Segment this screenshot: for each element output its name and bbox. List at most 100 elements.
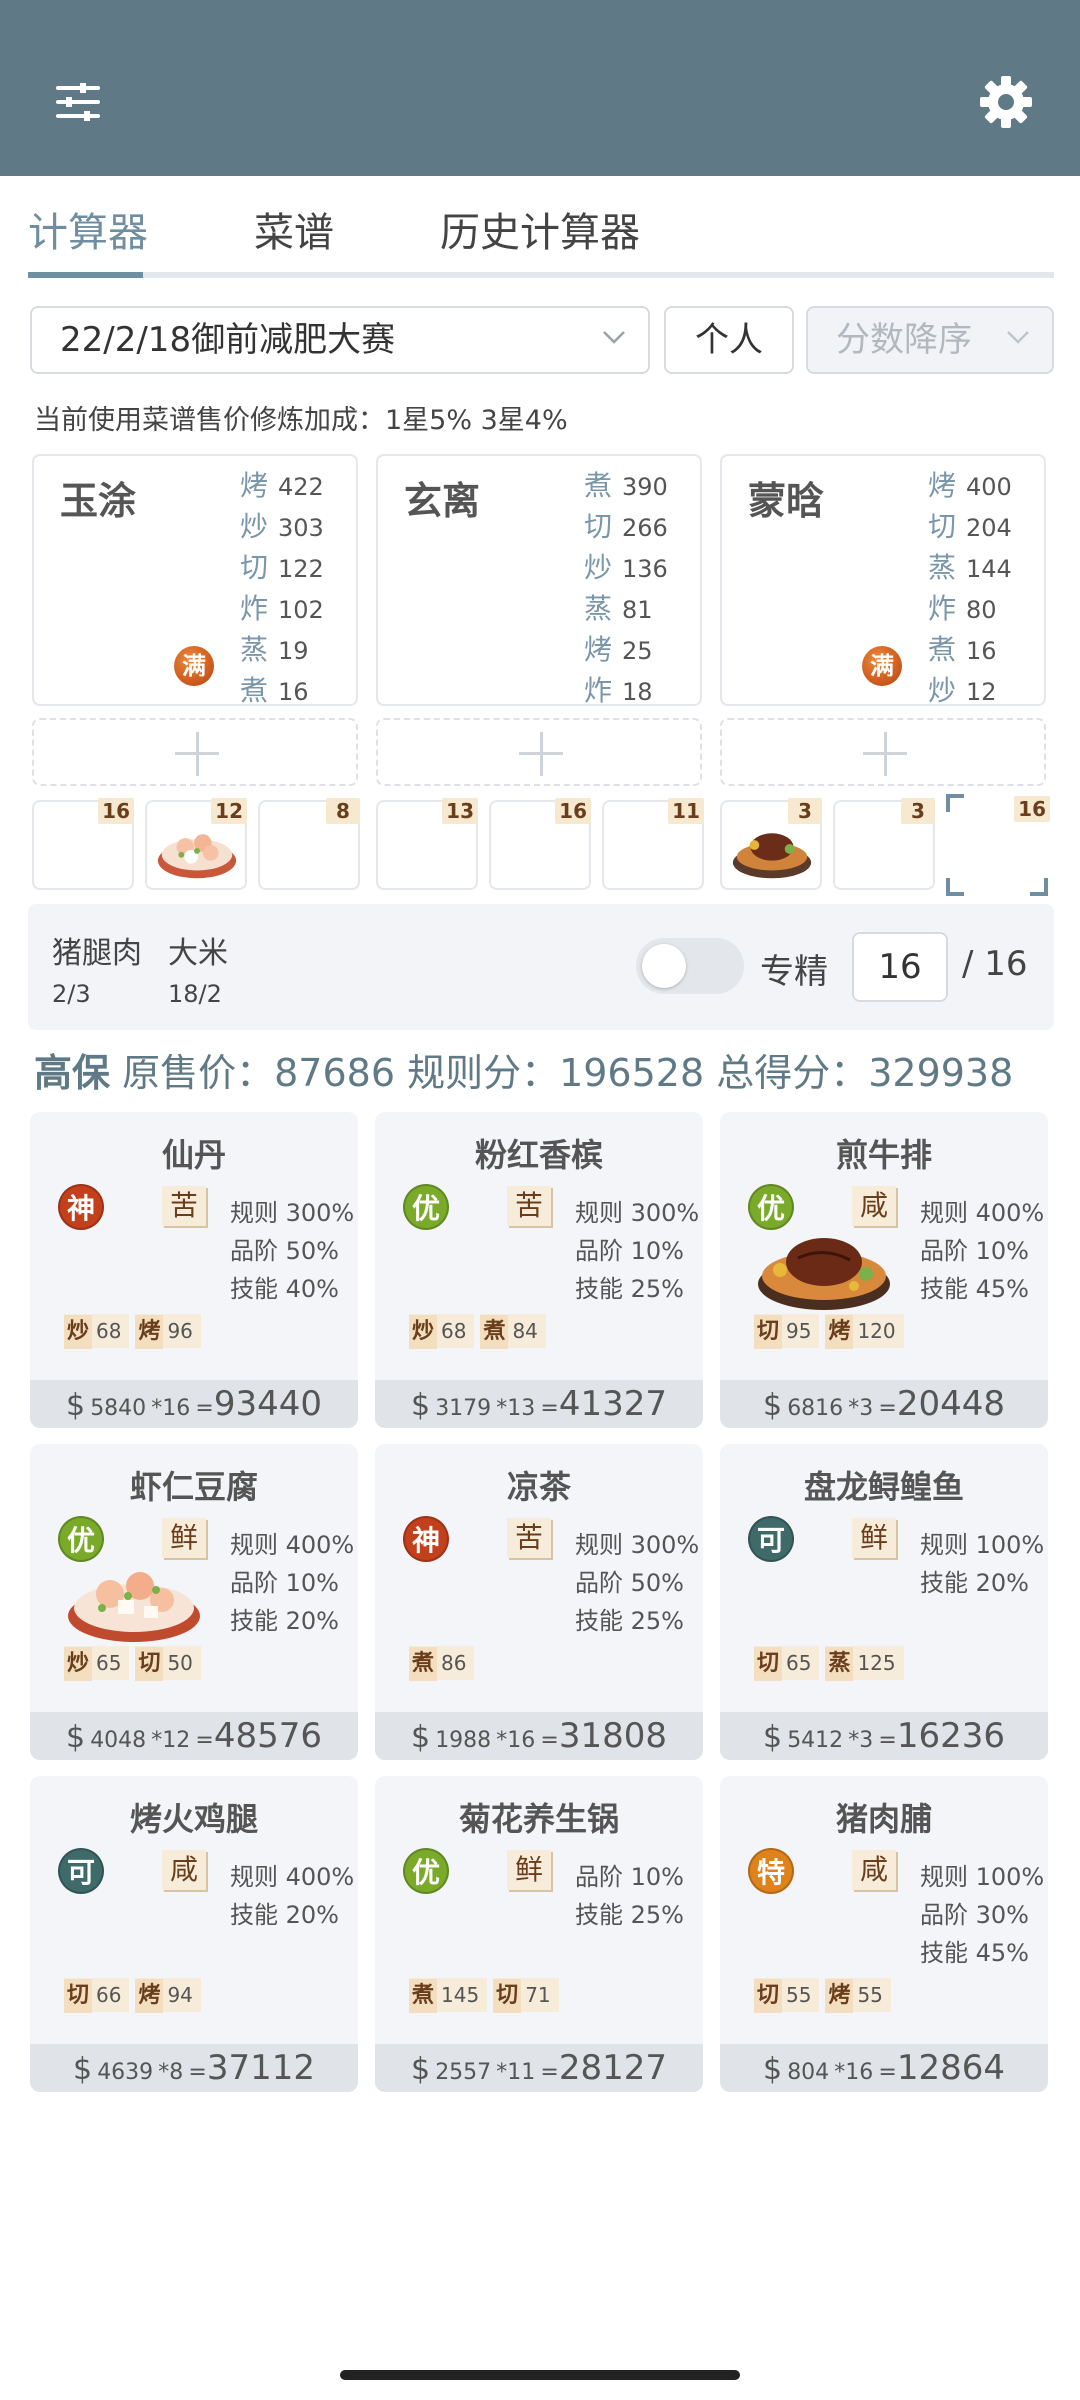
dish-card[interactable]: 菊花养生锅优 鲜品阶 10% 技能 25% 煮 145 切 71 $ 2557 *11 =28… bbox=[375, 1776, 703, 2092]
dish-total: 12864 bbox=[896, 2048, 1005, 2088]
dish-card[interactable]: 烤火鸡腿可 咸规则 400% 技能 20% 切 66 烤 94 $ 4639 *8 =3711… bbox=[30, 1776, 358, 2092]
slot-count: 11 bbox=[668, 798, 704, 824]
chef-skill: 切 204 bbox=[928, 510, 1012, 543]
add-equipment-slot[interactable] bbox=[32, 718, 358, 786]
chef-card[interactable]: 玉涂 烤 422 炒 303 切 122 炸 102 蒸 19 煮 16 满 bbox=[32, 454, 358, 707]
dish-price-bar: $ 5412 *3 =16236 bbox=[720, 1712, 1048, 1760]
chef-skill: 煮 390 bbox=[584, 469, 668, 502]
dish-price-bar: $ 1988 *16 =31808 bbox=[375, 1712, 703, 1760]
dish-rules: 规则 100% 品阶 30% 技能 45% bbox=[920, 1858, 1044, 1972]
dish-card[interactable]: 虾仁豆腐优 鲜规则 400% 品阶 10% 技能 20% 炒 65 切 50 $ 4048 *1… bbox=[30, 1444, 358, 1760]
chef-skill: 烤 422 bbox=[240, 469, 324, 502]
sort-select[interactable]: 分数降序 bbox=[806, 306, 1054, 374]
dish-total: 20448 bbox=[896, 1384, 1005, 1424]
dish-price-bar: $ 4048 *12 =48576 bbox=[30, 1712, 358, 1760]
quantity-input[interactable]: 16 bbox=[852, 932, 948, 1002]
equals-sign: = bbox=[878, 1728, 897, 1753]
dish-total: 41327 bbox=[558, 1384, 667, 1424]
dish-rule: 品阶 10% bbox=[230, 1569, 339, 1597]
dish-name: 烤火鸡腿 bbox=[129, 1800, 258, 1838]
dish-total: 28127 bbox=[558, 2048, 667, 2088]
chef-card[interactable]: 玄离 煮 390 切 266 炒 136 蒸 81 烤 25 炸 18 bbox=[376, 454, 702, 707]
chef-card[interactable]: 蒙晗 烤 400 切 204 蒸 144 炸 80 煮 16 炒 12 满 bbox=[720, 454, 1046, 707]
dish-rule: 规则 400% bbox=[230, 1863, 355, 1891]
dish-rules: 规则 400% 技能 20% bbox=[230, 1858, 354, 1934]
dish-rule: 规则 100% bbox=[920, 1531, 1045, 1559]
dish-card[interactable]: 凉茶神 苦规则 300% 品阶 50% 技能 25% 煮 86 $ 1988 *16 =31… bbox=[375, 1444, 703, 1760]
dish-quantity: *16 bbox=[496, 1728, 536, 1753]
settings-gear-icon[interactable] bbox=[978, 74, 1034, 130]
chef-name: 玄离 bbox=[404, 479, 481, 523]
dish-flavor-tag: 鲜 bbox=[507, 1850, 551, 1890]
dish-card[interactable]: 盘龙鲟鳇鱼可 鲜规则 100% 技能 20% 切 65 蒸 125 $ 5412 *3 =16… bbox=[720, 1444, 1048, 1760]
materials-panel: 猪腿肉 2/3 大米 18/2 专精 16 / 16 bbox=[28, 904, 1054, 1030]
dish-quantity: *3 bbox=[848, 1396, 874, 1421]
dish-price-bar: $ 5840 *16 =93440 bbox=[30, 1380, 358, 1428]
recipe-slot-selected[interactable]: 16 bbox=[946, 794, 1050, 896]
app-bar bbox=[0, 0, 1080, 176]
slot-count: 8 bbox=[326, 798, 360, 824]
chef-skill: 炒 12 bbox=[928, 674, 997, 707]
slot-count: 16 bbox=[1014, 796, 1050, 822]
dish-card[interactable]: 煎牛排优 咸规则 400% 品阶 10% 技能 45% 切 95 烤 120 $ 6816 *3… bbox=[720, 1112, 1048, 1428]
mode-button[interactable]: 个人 bbox=[664, 306, 794, 374]
specialize-toggle[interactable] bbox=[636, 938, 744, 994]
recipe-slot[interactable]: 16 bbox=[489, 798, 591, 890]
skill-requirement: 切 95 bbox=[754, 1314, 820, 1349]
chef-skill: 炒 136 bbox=[584, 551, 668, 584]
dish-name: 粉红香槟 bbox=[474, 1136, 603, 1174]
recipe-slot[interactable]: 3 bbox=[720, 798, 822, 890]
dish-name: 仙丹 bbox=[161, 1136, 226, 1174]
dish-quantity: *13 bbox=[496, 1396, 536, 1421]
slot-count: 12 bbox=[211, 798, 247, 824]
add-equipment-slot[interactable] bbox=[376, 718, 702, 786]
tab-calculator[interactable]: 计算器 bbox=[28, 200, 148, 258]
plus-icon bbox=[540, 732, 543, 776]
recipe-slot[interactable]: 8 bbox=[258, 798, 360, 890]
recipe-slot[interactable]: 3 bbox=[833, 798, 935, 890]
tab-recipes[interactable]: 菜谱 bbox=[254, 200, 334, 258]
skill-requirement: 切 65 bbox=[754, 1646, 820, 1681]
currency-icon: $ bbox=[411, 1388, 431, 1423]
material-item: 猪腿肉 2/3 bbox=[52, 936, 142, 1008]
dish-flavor-tag: 鲜 bbox=[162, 1518, 206, 1558]
dish-unit-price: 3179 bbox=[435, 1396, 492, 1421]
dish-price-bar: $ 4639 *8 =37112 bbox=[30, 2044, 358, 2092]
recipe-slot[interactable]: 12 bbox=[145, 798, 247, 890]
recipe-slot[interactable]: 11 bbox=[602, 798, 704, 890]
dish-name: 猪肉脯 bbox=[835, 1800, 932, 1838]
dish-card[interactable]: 粉红香槟优 苦规则 300% 品阶 10% 技能 25% 炒 68 煮 84 $ 3179 *1… bbox=[375, 1112, 703, 1428]
chef-skill: 煮 16 bbox=[928, 633, 997, 666]
sort-select-value: 分数降序 bbox=[836, 320, 972, 360]
dish-total: 31808 bbox=[558, 1716, 667, 1756]
chef-name: 玉涂 bbox=[60, 479, 137, 523]
skill-requirement: 烤 94 bbox=[135, 1978, 201, 2013]
dish-rule: 规则 100% bbox=[920, 1863, 1045, 1891]
chef-skill: 蒸 81 bbox=[584, 592, 653, 625]
dish-total: 16236 bbox=[896, 1716, 1005, 1756]
material-item: 大米 18/2 bbox=[168, 936, 228, 1008]
skill-requirement: 炒 68 bbox=[64, 1314, 130, 1349]
dish-quantity: *3 bbox=[848, 1728, 874, 1753]
equals-sign: = bbox=[540, 1728, 559, 1753]
dish-flavor-tag: 鲜 bbox=[852, 1518, 896, 1558]
dish-rule: 品阶 10% bbox=[575, 1237, 684, 1265]
full-level-badge: 满 bbox=[174, 646, 214, 686]
tab-history-calculator[interactable]: 历史计算器 bbox=[440, 200, 640, 258]
skill-requirements: 切 65 蒸 125 bbox=[754, 1646, 904, 1681]
currency-icon: $ bbox=[73, 2052, 93, 2087]
recipe-slot[interactable]: 13 bbox=[376, 798, 478, 890]
recipe-slot[interactable]: 16 bbox=[32, 798, 134, 890]
dish-total: 93440 bbox=[213, 1384, 322, 1424]
dish-card[interactable]: 仙丹神 苦规则 300% 品阶 50% 技能 40% 炒 68 烤 96 $ 5840 *16 … bbox=[30, 1112, 358, 1428]
skill-requirement: 切 66 bbox=[64, 1978, 130, 2013]
filter-sliders-icon[interactable] bbox=[54, 78, 102, 126]
add-equipment-slot[interactable] bbox=[720, 718, 1046, 786]
dish-rules: 规则 400% 品阶 10% 技能 20% bbox=[230, 1526, 354, 1640]
rule-select[interactable]: 22/2/18御前减肥大赛 bbox=[30, 306, 650, 374]
dish-price-bar: $ 3179 *13 =41327 bbox=[375, 1380, 703, 1428]
chef-skill: 炸 102 bbox=[240, 592, 324, 625]
dish-card[interactable]: 猪肉脯特 咸规则 100% 品阶 30% 技能 45% 切 55 烤 55 $ 804 *16 … bbox=[720, 1776, 1048, 2092]
home-indicator[interactable] bbox=[340, 2370, 740, 2380]
skill-requirements: 切 55 烤 55 bbox=[754, 1978, 891, 2013]
